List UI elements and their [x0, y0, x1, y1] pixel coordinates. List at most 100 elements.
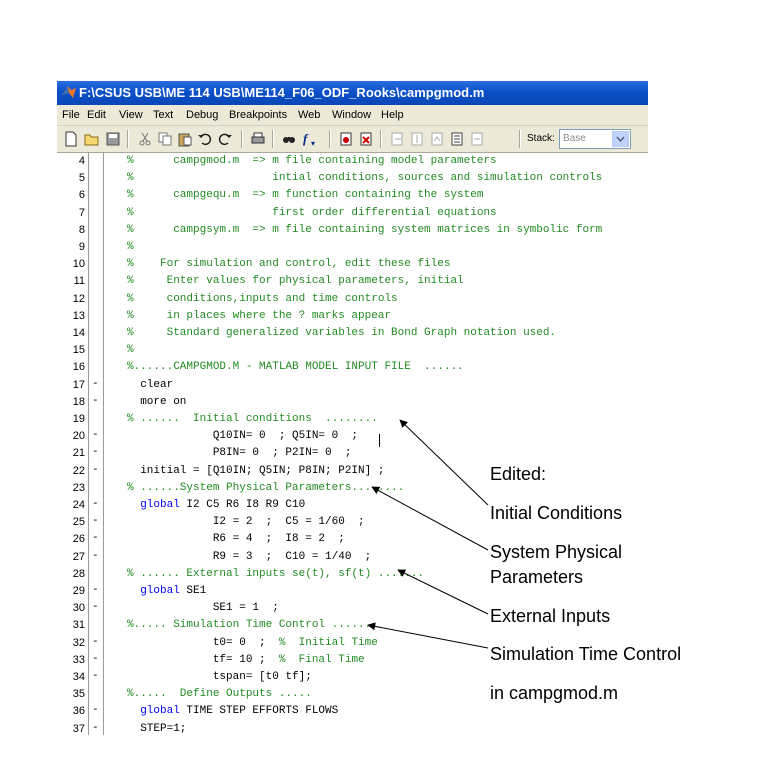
code-text: STEP=1; [127, 722, 187, 735]
set-breakpoint-icon[interactable] [338, 131, 354, 147]
menu-text[interactable]: Text [153, 109, 173, 121]
code-line[interactable]: 23 % ......System Physical Parameters....… [57, 480, 648, 497]
toolbar: f ▾ Stack: Base [57, 126, 648, 153]
menu-web[interactable]: Web [298, 109, 320, 121]
step-out-icon[interactable] [429, 131, 445, 147]
breakpoint-marker[interactable]: - [92, 429, 99, 441]
menu-edit[interactable]: Edit [87, 109, 106, 121]
line-number: 35 [72, 688, 85, 701]
breakpoint-marker[interactable]: - [92, 464, 99, 476]
paste-icon[interactable] [177, 131, 193, 147]
line-number: 16 [72, 361, 85, 374]
exit-debug-icon[interactable] [469, 131, 485, 147]
menu-debug[interactable]: Debug [186, 109, 218, 121]
breakpoint-marker[interactable]: - [92, 395, 99, 407]
menu-view[interactable]: View [119, 109, 143, 121]
line-number: 25 [72, 516, 85, 529]
code-line[interactable]: 18- more on [57, 394, 648, 411]
line-number: 24 [72, 499, 85, 511]
code-line[interactable]: 36- global TIME STEP EFFORTS FLOWS [57, 703, 648, 720]
code-line[interactable]: 17- clear [57, 377, 648, 394]
breakpoint-marker[interactable]: - [92, 584, 99, 596]
copy-icon[interactable] [157, 131, 173, 147]
matlab-editor-window: F:\CSUS USB\ME 114 USB\ME114_F06_ODF_Roo… [57, 81, 648, 735]
code-text: I2 = 2 ; C5 = 1/60 ; [127, 516, 365, 529]
annotation-external-inputs: External Inputs [490, 606, 611, 626]
clear-breakpoint-icon[interactable] [358, 131, 374, 147]
code-line[interactable]: 13 % in places where the ? marks appear [57, 308, 648, 325]
cut-icon[interactable] [137, 131, 153, 147]
code-text: % first order differential equations [127, 206, 497, 219]
annotation-in-campgmod: in campgmod.m [490, 683, 619, 703]
line-number: 29 [72, 585, 85, 597]
breakpoint-marker[interactable]: - [92, 550, 99, 562]
line-number: 14 [72, 327, 85, 339]
code-text: % For simulation and control, edit these… [127, 258, 451, 271]
undo-icon[interactable] [197, 131, 213, 147]
code-line[interactable]: 37- STEP=1; [57, 721, 648, 735]
code-line[interactable]: 10 % For simulation and control, edit the… [57, 256, 648, 273]
code-line[interactable]: 4 % campgmod.m => m file containing model… [57, 153, 648, 170]
find-icon[interactable] [281, 131, 297, 147]
code-line[interactable]: 16 %......CAMPGMOD.M - MATLAB MODEL INPUT… [57, 359, 648, 376]
line-number: 30 [72, 602, 85, 615]
breakpoint-marker[interactable]: - [92, 498, 99, 510]
code-text: %..... Define Outputs ..... [127, 688, 312, 701]
breakpoint-marker[interactable]: - [92, 670, 99, 682]
code-line[interactable]: 11 % Enter values for physical parameters… [57, 273, 648, 290]
line-number: 19 [72, 413, 85, 425]
code-line[interactable]: 7 % first order differential equations [57, 205, 648, 222]
line-number: 37 [72, 722, 85, 735]
breakpoint-marker[interactable]: - [92, 515, 99, 527]
step-icon[interactable] [389, 131, 405, 147]
line-number: 10 [72, 258, 85, 271]
annotation-system-physical: System Physical [490, 542, 623, 562]
menu-help[interactable]: Help [381, 109, 404, 121]
code-line[interactable]: 12 % conditions,inputs and time controls [57, 291, 648, 308]
code-line[interactable]: 8 % campgsym.m => m file containing syste… [57, 222, 648, 239]
menu-file[interactable]: File [62, 109, 80, 121]
code-line[interactable]: 22- initial = [Q10IN; Q5IN; P8IN; P2IN] … [57, 463, 648, 480]
stack-label: Stack: [527, 133, 555, 144]
code-line[interactable]: 14 % Standard generalized variables in Bo… [57, 325, 648, 342]
code-line[interactable]: 20- Q10IN= 0 ; Q5IN= 0 ; [57, 428, 648, 448]
code-line[interactable]: 15% [57, 342, 648, 359]
breakpoint-marker[interactable]: - [92, 704, 99, 716]
breakpoint-marker[interactable]: - [92, 532, 99, 544]
save-icon[interactable] [105, 131, 121, 147]
step-in-icon[interactable] [409, 131, 425, 147]
code-line[interactable]: 21- P8IN= 0 ; P2IN= 0 ; [57, 445, 648, 462]
stack-select[interactable]: Base [559, 129, 631, 149]
breakpoint-marker[interactable]: - [92, 722, 99, 734]
line-number: 32 [72, 636, 85, 649]
redo-icon[interactable] [217, 131, 233, 147]
continue-icon[interactable] [449, 131, 465, 147]
breakpoint-marker[interactable]: - [92, 636, 99, 648]
annotation-parameters: Parameters [490, 567, 584, 587]
code-line[interactable]: 6 % campgequ.m => m function containing t… [57, 187, 648, 204]
breakpoint-marker[interactable]: - [92, 653, 99, 665]
line-number: 11 [73, 275, 85, 288]
title-bar[interactable]: F:\CSUS USB\ME 114 USB\ME114_F06_ODF_Roo… [57, 81, 648, 105]
line-number: 20 [72, 430, 85, 443]
open-folder-icon[interactable] [84, 131, 100, 147]
menu-window[interactable]: Window [332, 109, 371, 121]
breakpoint-marker[interactable]: - [92, 378, 99, 390]
code-line[interactable]: 9% [57, 239, 648, 256]
line-number: 31 [72, 619, 85, 632]
code-line[interactable]: 19 % ...... Initial conditions ........ [57, 411, 648, 428]
code-text: t0= 0 ; % Initial Time [127, 636, 378, 649]
function-icon[interactable]: f ▾ [301, 131, 321, 147]
code-text: more on [127, 395, 187, 408]
line-number: 18 [72, 395, 85, 408]
breakpoint-marker[interactable]: - [92, 601, 99, 613]
code-line[interactable]: 5 % intial conditions, sources and simula… [57, 170, 648, 187]
menu-breakpoints[interactable]: Breakpoints [229, 109, 287, 121]
chevron-down-icon[interactable] [612, 131, 629, 147]
print-icon[interactable] [250, 131, 266, 147]
breakpoint-marker[interactable]: - [92, 446, 99, 458]
new-file-icon[interactable] [63, 131, 79, 147]
code-text: %..... Simulation Time Control ...... [127, 619, 372, 632]
code-text: % campgmod.m => m file containing model … [127, 155, 497, 167]
line-number: 9 [78, 241, 85, 253]
